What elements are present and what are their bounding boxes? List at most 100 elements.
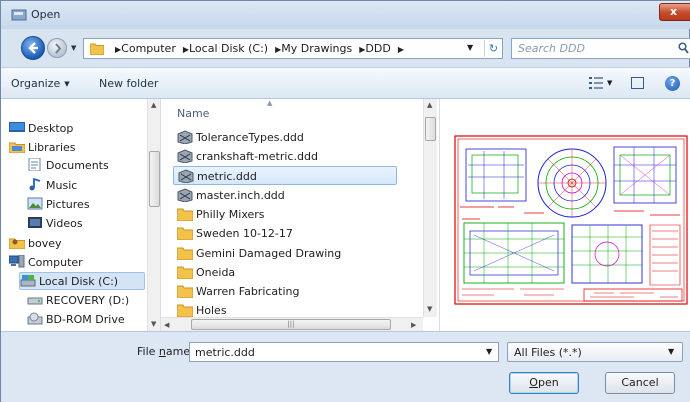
nav-item-local-disk[interactable]: Local Disk (C:) — [19, 272, 145, 290]
address-bar[interactable]: ▶Computer ▶Local Disk (C:) ▶My Drawings ▶DD… — [83, 38, 503, 59]
file-item-label: metric.ddd — [197, 170, 257, 183]
file-item-label: ToleranceTypes.ddd — [196, 131, 304, 144]
address-row: ▼ ▶Computer ▶Local Disk (C:) ▶My Drawings ▶… — [1, 29, 690, 67]
nav-item-label: Libraries — [28, 141, 76, 154]
scroll-up-icon[interactable]: ▲ — [427, 101, 432, 109]
search-placeholder: Search DDD — [518, 42, 585, 55]
file-type-value: All Files (*.*) — [514, 346, 582, 359]
close-button[interactable]: x — [659, 3, 690, 21]
breadcrumb: ▶Computer ▶Local Disk (C:) ▶My Drawings ▶DD… — [108, 42, 404, 55]
nav-item-libraries[interactable]: Libraries — [9, 139, 76, 157]
file-type-select[interactable]: All Files (*.*) ▼ — [507, 342, 683, 362]
nav-item-pictures[interactable]: Pictures — [27, 196, 90, 214]
back-button[interactable] — [21, 36, 45, 60]
file-name-field[interactable]: metric.ddd ▼ — [189, 342, 499, 362]
user-folder-icon — [9, 238, 25, 249]
navigation-scrollbar[interactable]: ▲ ▼ — [147, 99, 160, 331]
folder-icon — [177, 304, 193, 317]
nav-item-recovery[interactable]: RECOVERY (D:) — [27, 292, 129, 310]
nav-item-music[interactable]: Music — [27, 177, 77, 195]
breadcrumb-separator-icon[interactable]: ▶ — [398, 45, 404, 54]
file-list-vertical-scrollbar[interactable]: ▲ ▼ — [423, 99, 437, 317]
file-item-label: Oneida — [196, 266, 236, 279]
pictures-icon — [27, 197, 43, 210]
open-accelerator: O — [529, 376, 538, 389]
scroll-up-icon[interactable]: ▲ — [151, 101, 156, 109]
refresh-icon: ↻ — [488, 42, 499, 55]
folder-item-sweden[interactable]: Sweden 10-12-17 — [173, 224, 397, 243]
file-item-metric[interactable]: metric.ddd — [173, 166, 397, 185]
nav-item-bovey[interactable]: bovey — [9, 235, 62, 253]
folder-item-oneida[interactable]: Oneida — [173, 263, 397, 282]
music-icon — [29, 178, 41, 191]
open-button[interactable]: Open — [509, 372, 579, 394]
cancel-button[interactable]: Cancel — [605, 372, 675, 394]
file-item-crankshaft-metric[interactable]: crankshaft-metric.ddd — [173, 147, 397, 166]
file-item-label: Holes — [196, 304, 227, 317]
address-dropdown-icon[interactable]: ▼ — [467, 43, 473, 52]
nav-item-computer[interactable]: Computer — [9, 254, 83, 272]
file-item-label: master.inch.ddd — [196, 189, 285, 202]
nav-item-label: bovey — [28, 237, 62, 250]
breadcrumb-ddd[interactable]: DDD — [365, 42, 390, 55]
computer-icon — [9, 255, 25, 268]
search-icon[interactable] — [678, 42, 689, 54]
nav-item-label: Videos — [46, 217, 83, 230]
preview-pane-icon[interactable] — [631, 77, 644, 89]
nav-item-bd-rom[interactable]: BD-ROM Drive — [27, 311, 125, 329]
breadcrumb-local-disk[interactable]: Local Disk (C:) — [189, 42, 268, 55]
forward-arrow-icon — [55, 43, 62, 54]
change-view-icon[interactable] — [589, 77, 603, 89]
file-item-master-inch[interactable]: master.inch.ddd — [173, 186, 397, 205]
folder-icon — [177, 247, 193, 260]
nav-item-desktop[interactable]: Desktop — [9, 120, 73, 138]
nav-item-documents[interactable]: Documents — [27, 157, 109, 175]
ddd-file-icon — [177, 149, 193, 163]
folder-item-gemini[interactable]: Gemini Damaged Drawing — [173, 244, 397, 263]
nav-item-label: Documents — [46, 159, 109, 172]
folder-icon — [90, 43, 104, 55]
refresh-button[interactable]: ↻ — [484, 40, 502, 57]
navigation-pane: Desktop Libraries Documents Music Pictur… — [1, 99, 161, 331]
help-icon[interactable]: ? — [665, 76, 680, 91]
open-dialog-icon — [11, 9, 27, 21]
window-title: Open — [31, 8, 61, 21]
file-name-label-accelerator: n — [158, 345, 166, 358]
scroll-right-icon[interactable]: ▶ — [411, 321, 416, 329]
scroll-down-icon[interactable]: ▼ — [427, 305, 432, 313]
documents-icon — [28, 158, 41, 171]
ddd-file-icon — [177, 130, 193, 144]
nav-item-label: BD-ROM Drive — [46, 313, 125, 326]
scrollbar-thumb[interactable]: ||| — [191, 319, 391, 330]
folder-item-warren[interactable]: Warren Fabricating — [173, 282, 397, 301]
sort-indicator-icon: ▲ — [267, 99, 273, 107]
file-name-label-part: File — [137, 345, 159, 358]
drive-icon — [27, 297, 43, 305]
libraries-icon — [9, 142, 25, 153]
file-name-dropdown-icon[interactable]: ▼ — [486, 347, 492, 356]
search-input[interactable]: Search DDD — [511, 38, 690, 59]
breadcrumb-my-drawings[interactable]: My Drawings — [281, 42, 352, 55]
file-item-label: Sweden 10-12-17 — [196, 227, 293, 240]
file-list-horizontal-scrollbar[interactable]: ◀ ||| ▶ — [161, 317, 423, 331]
views-chevron-icon[interactable]: ▼ — [607, 79, 612, 87]
nav-item-videos[interactable]: Videos — [27, 215, 83, 233]
command-toolbar: Organize ▼ New folder ▼ ? — [1, 67, 690, 99]
new-folder-button[interactable]: New folder — [99, 77, 158, 90]
file-item-label: Gemini Damaged Drawing — [196, 247, 342, 260]
scrollbar-thumb[interactable] — [149, 151, 160, 207]
scroll-left-icon[interactable]: ◀ — [164, 321, 169, 329]
file-name-label: File name: — [137, 345, 194, 358]
chevron-down-icon: ▼ — [64, 80, 70, 88]
forward-button[interactable] — [47, 38, 67, 58]
breadcrumb-computer[interactable]: Computer — [121, 42, 176, 55]
column-header-name[interactable]: Name — [177, 107, 209, 120]
scrollbar-thumb[interactable] — [425, 117, 436, 141]
dialog-footer: File name: metric.ddd ▼ All Files (*.*) … — [1, 331, 690, 402]
file-item-tolerancetypes[interactable]: ToleranceTypes.ddd — [173, 128, 397, 147]
organize-button[interactable]: Organize ▼ — [11, 77, 70, 90]
file-item-label: Warren Fabricating — [196, 285, 300, 298]
scroll-down-icon[interactable]: ▼ — [151, 320, 156, 328]
recent-pages-chevron-icon[interactable]: ▼ — [71, 44, 76, 52]
folder-item-philly-mixers[interactable]: Philly Mixers — [173, 205, 397, 224]
